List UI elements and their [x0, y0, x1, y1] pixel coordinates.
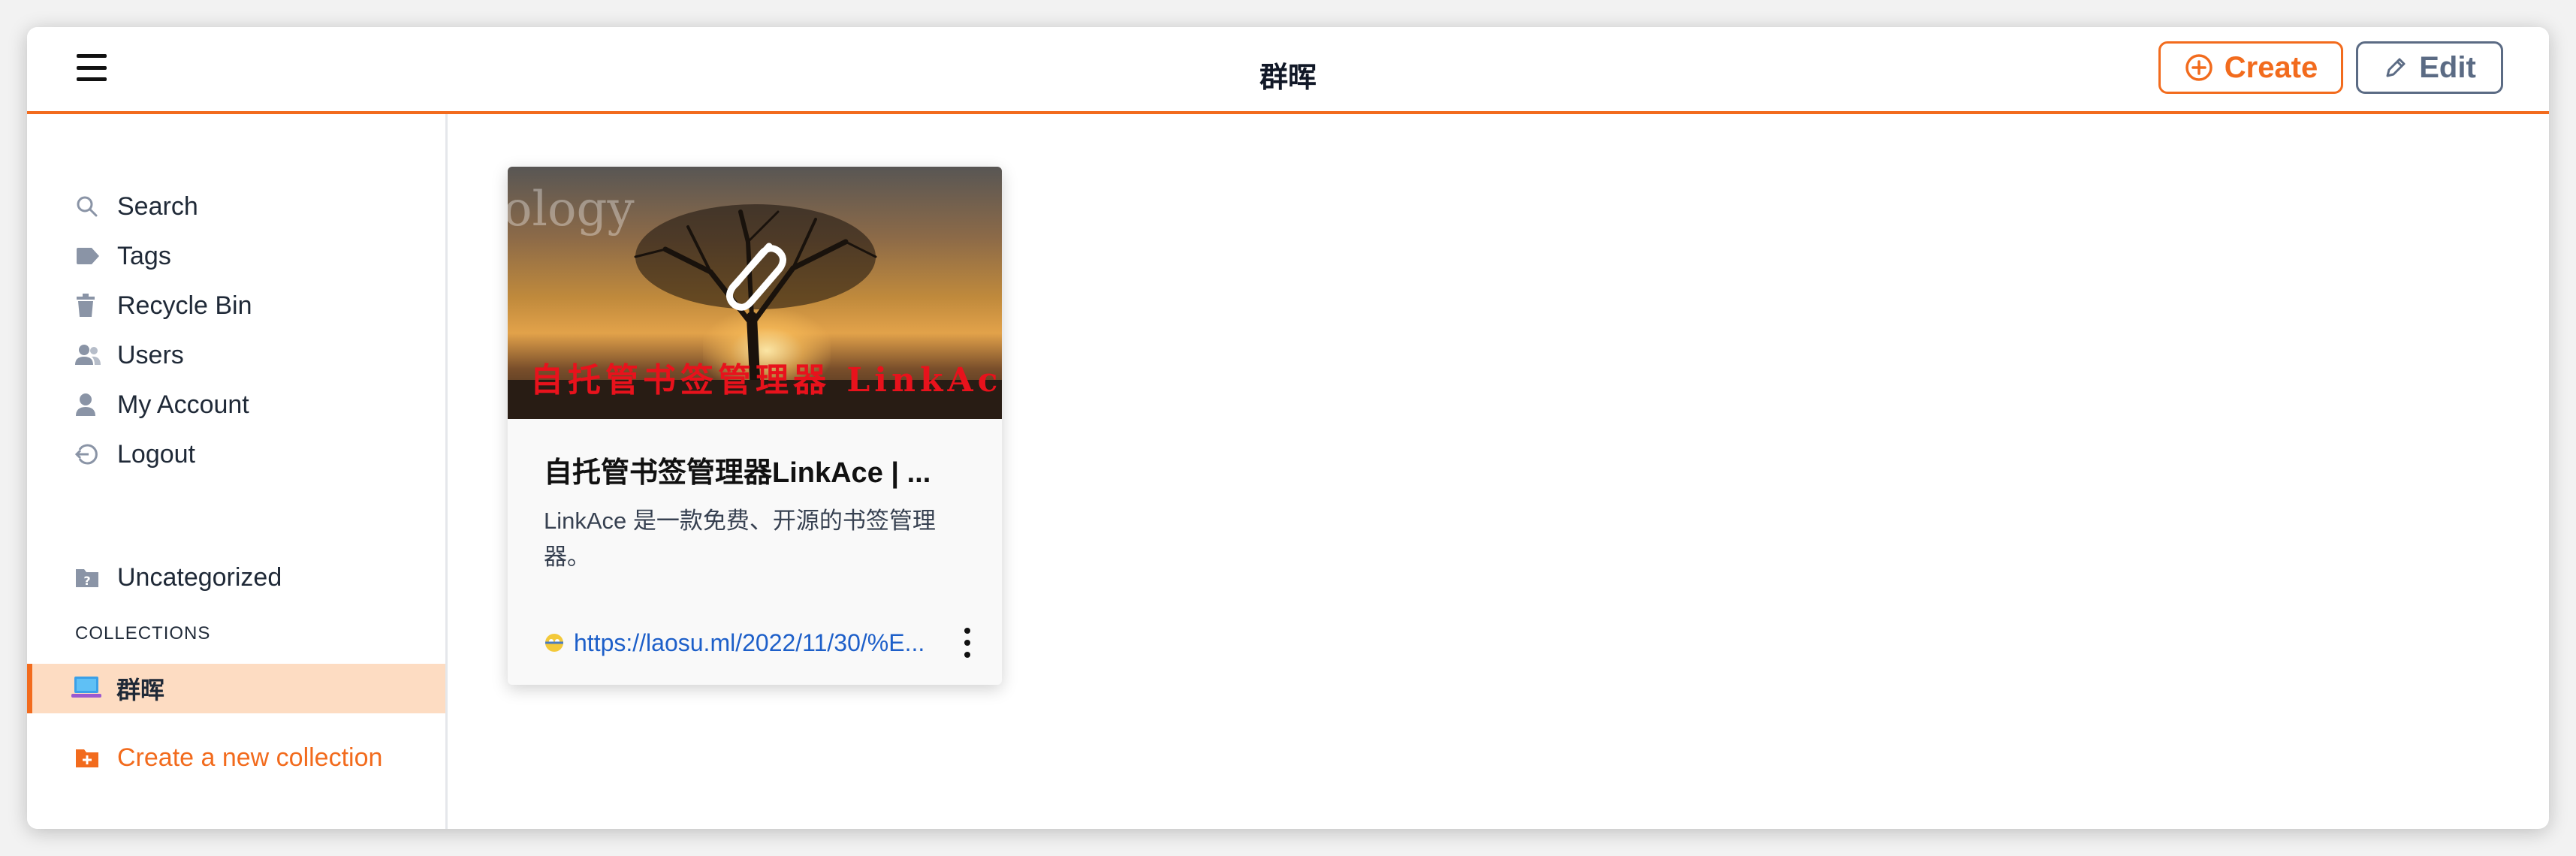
sidebar: Search Tags Recycle Bin Users My Account — [27, 114, 448, 829]
create-collection-link[interactable]: Create a new collection — [75, 739, 382, 776]
collections-heading: COLLECTIONS — [75, 623, 211, 644]
sidebar-item-label: Tags — [117, 241, 171, 270]
site-favicon-icon — [545, 634, 563, 652]
paperclip-icon — [726, 243, 786, 311]
link-title[interactable]: 自托管书签管理器LinkAce | ... — [544, 449, 972, 490]
svg-text:?: ? — [83, 574, 90, 588]
create-button[interactable]: Create — [2158, 41, 2343, 94]
edit-button[interactable]: Edit — [2356, 41, 2503, 94]
sidebar-item-users[interactable]: Users — [75, 336, 184, 374]
create-collection-label: Create a new collection — [117, 743, 383, 772]
link-card[interactable]: ology 自托管书签管理器 LinkAce 自托管书签管理器LinkAce |… — [508, 167, 1002, 685]
plus-circle-icon — [2185, 54, 2213, 81]
sidebar-item-recycle-bin[interactable]: Recycle Bin — [75, 287, 252, 324]
sidebar-item-label: My Account — [117, 390, 249, 419]
sidebar-collection-active[interactable]: 群晖 — [27, 664, 445, 713]
folder-question-icon: ? — [75, 564, 102, 591]
link-thumbnail[interactable]: ology 自托管书签管理器 LinkAce — [508, 167, 1002, 419]
app-window: 群晖 Create Edit Search Tags Recycle Bin U… — [27, 27, 2549, 829]
sidebar-item-search[interactable]: Search — [75, 188, 198, 225]
collection-label: 群晖 — [116, 677, 165, 704]
tag-icon — [75, 243, 102, 270]
sidebar-item-uncategorized[interactable]: ? Uncategorized — [75, 559, 282, 596]
sidebar-item-logout[interactable]: Logout — [75, 436, 195, 473]
search-icon — [75, 193, 102, 220]
thumbnail-overlay-text: 自托管书签管理器 LinkAce — [530, 361, 1002, 399]
sidebar-item-my-account[interactable]: My Account — [75, 386, 249, 423]
user-icon — [75, 391, 102, 418]
sidebar-item-tags[interactable]: Tags — [75, 237, 171, 275]
link-description: LinkAce 是一款免费、开源的书签管理器。 — [544, 508, 936, 570]
link-url-text: https://laosu.ml/2022/11/30/%E... — [574, 628, 925, 656]
laptop-icon — [70, 675, 103, 703]
sidebar-item-label: Recycle Bin — [117, 291, 252, 320]
logout-icon — [75, 441, 102, 468]
create-button-label: Create — [2224, 50, 2318, 84]
sidebar-item-label: Logout — [117, 439, 195, 469]
link-url[interactable]: https://laosu.ml/2022/11/30/%E... — [544, 628, 949, 658]
folder-plus-icon — [75, 747, 102, 768]
top-bar: 群晖 Create Edit — [27, 27, 2549, 114]
sidebar-item-label: Search — [117, 191, 198, 221]
sidebar-item-label: Users — [117, 340, 184, 369]
edit-button-label: Edit — [2419, 50, 2476, 84]
trash-icon — [75, 292, 102, 319]
sidebar-item-label: Uncategorized — [117, 562, 282, 592]
more-options-icon[interactable] — [958, 628, 976, 658]
users-icon — [75, 342, 102, 369]
pencil-icon — [2386, 58, 2406, 77]
